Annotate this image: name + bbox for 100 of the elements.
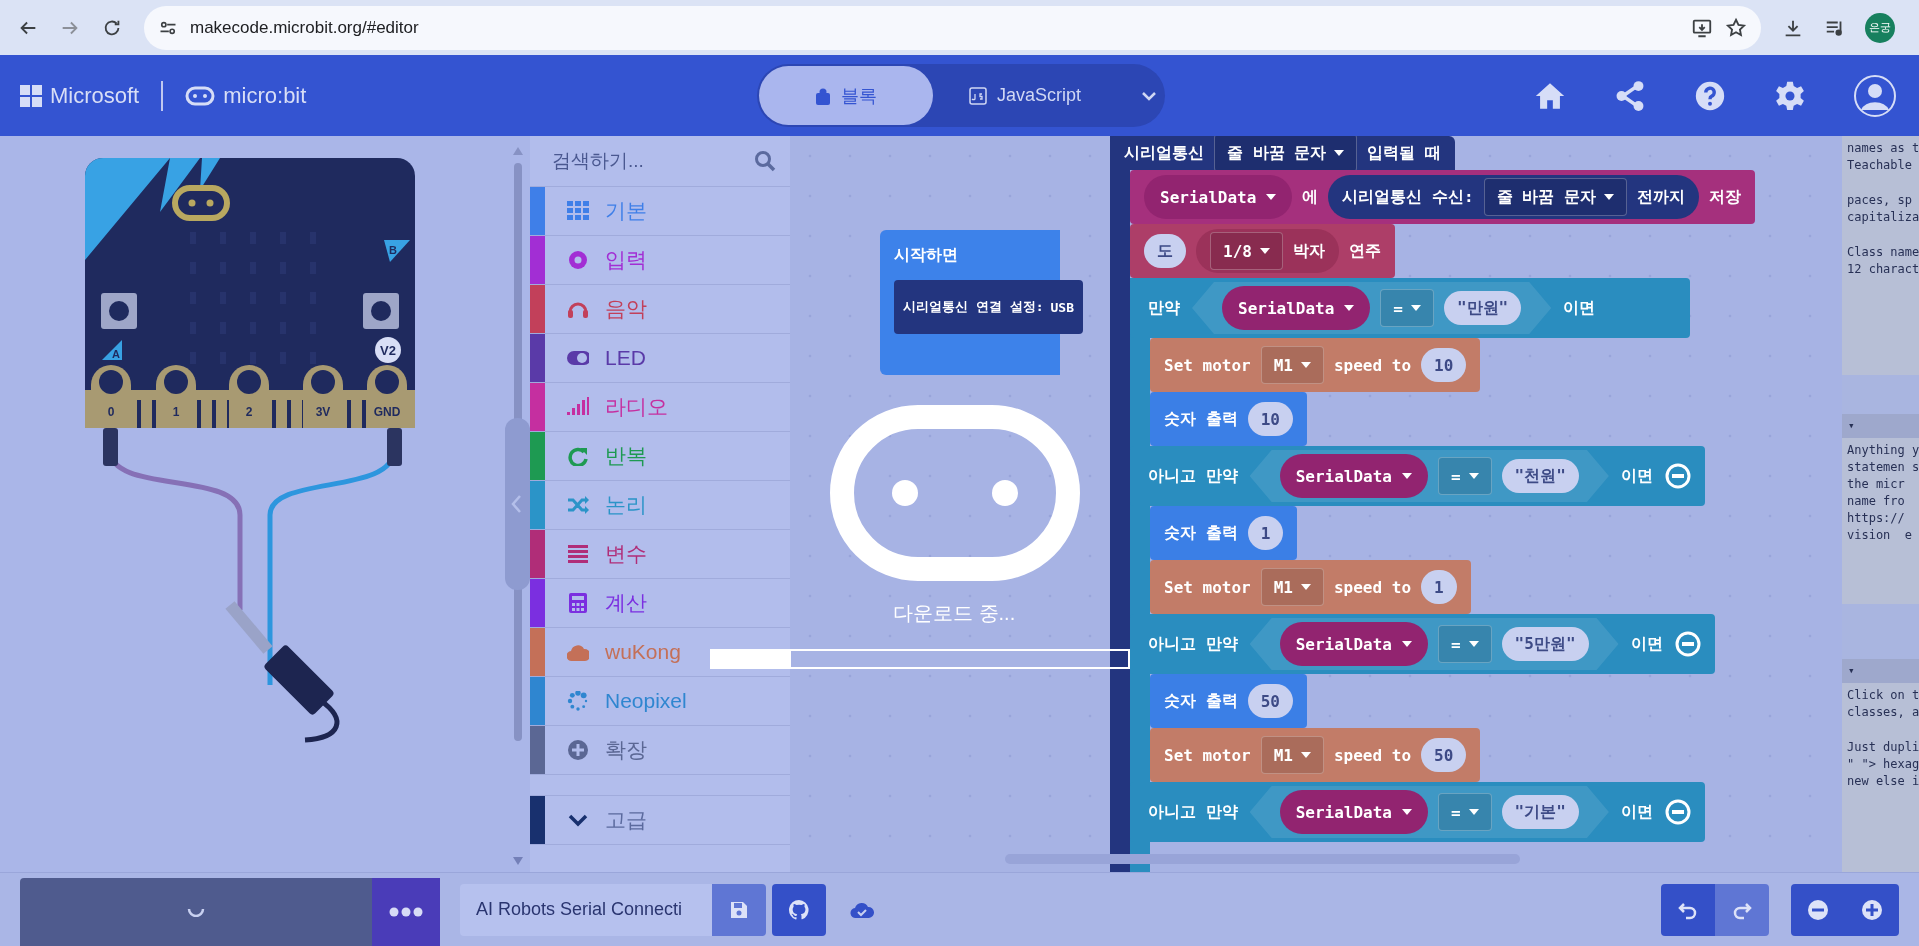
condition-block[interactable]: SerialData = "5만원"	[1249, 618, 1619, 670]
caret-icon	[1401, 809, 1412, 815]
reporter-block[interactable]: 1/8 박자	[1196, 229, 1339, 273]
cloud-check-icon[interactable]	[850, 900, 874, 919]
block-label: 만약	[1148, 297, 1180, 319]
code-block[interactable]: 숫자 출력 50	[1150, 674, 1307, 728]
zoom-out-button[interactable]	[1791, 883, 1845, 936]
minus-icon[interactable]	[1664, 799, 1691, 825]
value-field[interactable]: 도	[1144, 234, 1186, 268]
reporter-block[interactable]: 시리얼통신 수신: 줄 바꿈 문자 전까지	[1328, 175, 1699, 219]
variable-dropdown[interactable]: SerialData	[1279, 454, 1428, 498]
search-icon[interactable]	[754, 150, 776, 172]
category-item[interactable]: LED	[530, 334, 790, 383]
star-icon[interactable]	[1725, 16, 1747, 39]
caret-icon	[1401, 641, 1412, 647]
category-item[interactable]: 계산	[530, 579, 790, 628]
minus-icon[interactable]	[1674, 631, 1701, 657]
pin-label: 2	[245, 405, 253, 419]
editor-tab[interactable]: JavaScript	[935, 66, 1116, 125]
microsoft-logo-icon	[20, 84, 42, 107]
value-field[interactable]: "기본"	[1501, 795, 1579, 829]
code-block[interactable]: 시리얼통신 연결 설정: USB	[894, 280, 1083, 334]
code-block[interactable]: Set motor M1 speed to 10	[1150, 338, 1481, 392]
search-field[interactable]: 검색하기...	[550, 149, 754, 173]
value-field[interactable]: 1	[1247, 516, 1284, 550]
save-button[interactable]	[712, 883, 766, 936]
value-field[interactable]: "5만원"	[1501, 627, 1589, 661]
caret-icon	[1468, 809, 1479, 815]
scrollbar[interactable]	[1005, 854, 1520, 864]
dropdown-field[interactable]: M1	[1260, 568, 1324, 606]
more-button[interactable]	[372, 878, 440, 946]
caret-icon	[1468, 641, 1479, 647]
minus-icon[interactable]	[1664, 463, 1691, 489]
dropdown-field[interactable]: M1	[1260, 346, 1324, 384]
version-label: V2	[380, 343, 396, 358]
value-field[interactable]: 10	[1421, 348, 1467, 382]
panel-text-line: Anything y	[1847, 442, 1919, 460]
panel-text-line: new else i	[1847, 773, 1919, 791]
panel-text-line: name fro	[1847, 493, 1906, 511]
dropdown-field[interactable]: 줄 바꿈 문자	[1483, 178, 1627, 216]
project-name-field[interactable]: AI Robots Serial Connecti	[460, 883, 712, 936]
panel-toggle[interactable]: ▾	[1842, 659, 1919, 684]
condition-block[interactable]: SerialData = "천원"	[1249, 450, 1609, 502]
block-label: 이면	[1620, 465, 1653, 487]
caret-icon	[1266, 194, 1277, 200]
variable-dropdown[interactable]: SerialData	[1222, 286, 1371, 330]
value-field[interactable]: 50	[1421, 738, 1467, 772]
undo-button[interactable]	[1661, 883, 1715, 936]
dropdown-field[interactable]: M1	[1260, 736, 1324, 774]
address-bar[interactable]: makecode.microbit.org/#editor	[144, 5, 1761, 50]
event-block[interactable]	[1110, 136, 1755, 872]
if-block[interactable]	[1130, 278, 1715, 872]
user-avatar-icon[interactable]	[1853, 73, 1897, 118]
plus-icon	[567, 740, 589, 760]
value-field[interactable]: "천원"	[1501, 459, 1579, 493]
dropdown-field[interactable]: =	[1437, 793, 1492, 831]
category-item[interactable]: 고급	[530, 796, 790, 845]
condition-block[interactable]: SerialData = "기본"	[1249, 786, 1609, 838]
github-icon	[788, 898, 810, 921]
redo-button[interactable]	[1715, 883, 1769, 936]
variable-dropdown[interactable]: SerialData	[1279, 790, 1428, 834]
code-block[interactable]: Set motor M1 speed to 50	[1150, 728, 1481, 782]
shuffle-icon	[567, 495, 589, 515]
variable-dropdown[interactable]: SerialData	[1279, 622, 1428, 666]
panel-toggle[interactable]: ▾	[1842, 414, 1919, 439]
block-label: 연주	[1348, 240, 1381, 262]
condition-block[interactable]: SerialData = "만원"	[1192, 282, 1552, 334]
dropdown-field[interactable]: =	[1380, 289, 1434, 327]
value-field[interactable]: 10	[1247, 402, 1293, 436]
block-label: 이면	[1620, 801, 1653, 823]
code-block[interactable]: Set motor M1 speed to 1	[1150, 560, 1471, 614]
block-label: Set motor	[1164, 355, 1251, 375]
github-button[interactable]	[772, 883, 826, 936]
profile-avatar[interactable]: 은궁	[1865, 12, 1895, 43]
category-item[interactable]: 확장	[530, 726, 790, 775]
dropdown-field[interactable]: =	[1437, 457, 1492, 495]
event-block[interactable]: 시작하면 시리얼통신 연결 설정: USB	[880, 230, 1083, 375]
code-block[interactable]: 도 1/8 박자 연주	[1130, 224, 1395, 278]
dropdown-field[interactable]: =	[1437, 625, 1492, 663]
panel-text-line: 12 charact	[1847, 261, 1919, 278]
category-item[interactable]: 변수	[530, 530, 790, 579]
dropdown-field[interactable]: 줄 바꿈 문자	[1214, 136, 1358, 172]
value-field[interactable]: "만원"	[1443, 291, 1522, 325]
variable-dropdown[interactable]: SerialData	[1144, 175, 1293, 219]
caret-icon	[1603, 194, 1614, 200]
zoom-in-button[interactable]	[1845, 883, 1899, 936]
code-block[interactable]: 숫자 출력 10	[1150, 392, 1307, 446]
editor-tab[interactable]: 블록	[759, 66, 933, 125]
code-block[interactable]: 숫자 출력 1	[1150, 506, 1298, 560]
value-field[interactable]: 50	[1247, 684, 1293, 718]
code-block[interactable]: SerialData 에 시리얼통신 수신: 줄 바꿈 문자 전까지 저장	[1130, 170, 1755, 224]
collapse-handle[interactable]	[505, 418, 530, 590]
block-label: 시리얼통신 연결 설정:	[903, 298, 1044, 316]
category-item[interactable]: 음악	[530, 285, 790, 334]
block-label: 전까지	[1636, 186, 1685, 208]
dropdown-field[interactable]: 1/8	[1210, 232, 1283, 270]
circle-icon	[567, 250, 589, 270]
value-field[interactable]: 1	[1421, 570, 1457, 604]
category-item[interactable]: 입력	[530, 236, 790, 285]
block-field[interactable]: USB	[1050, 299, 1074, 315]
